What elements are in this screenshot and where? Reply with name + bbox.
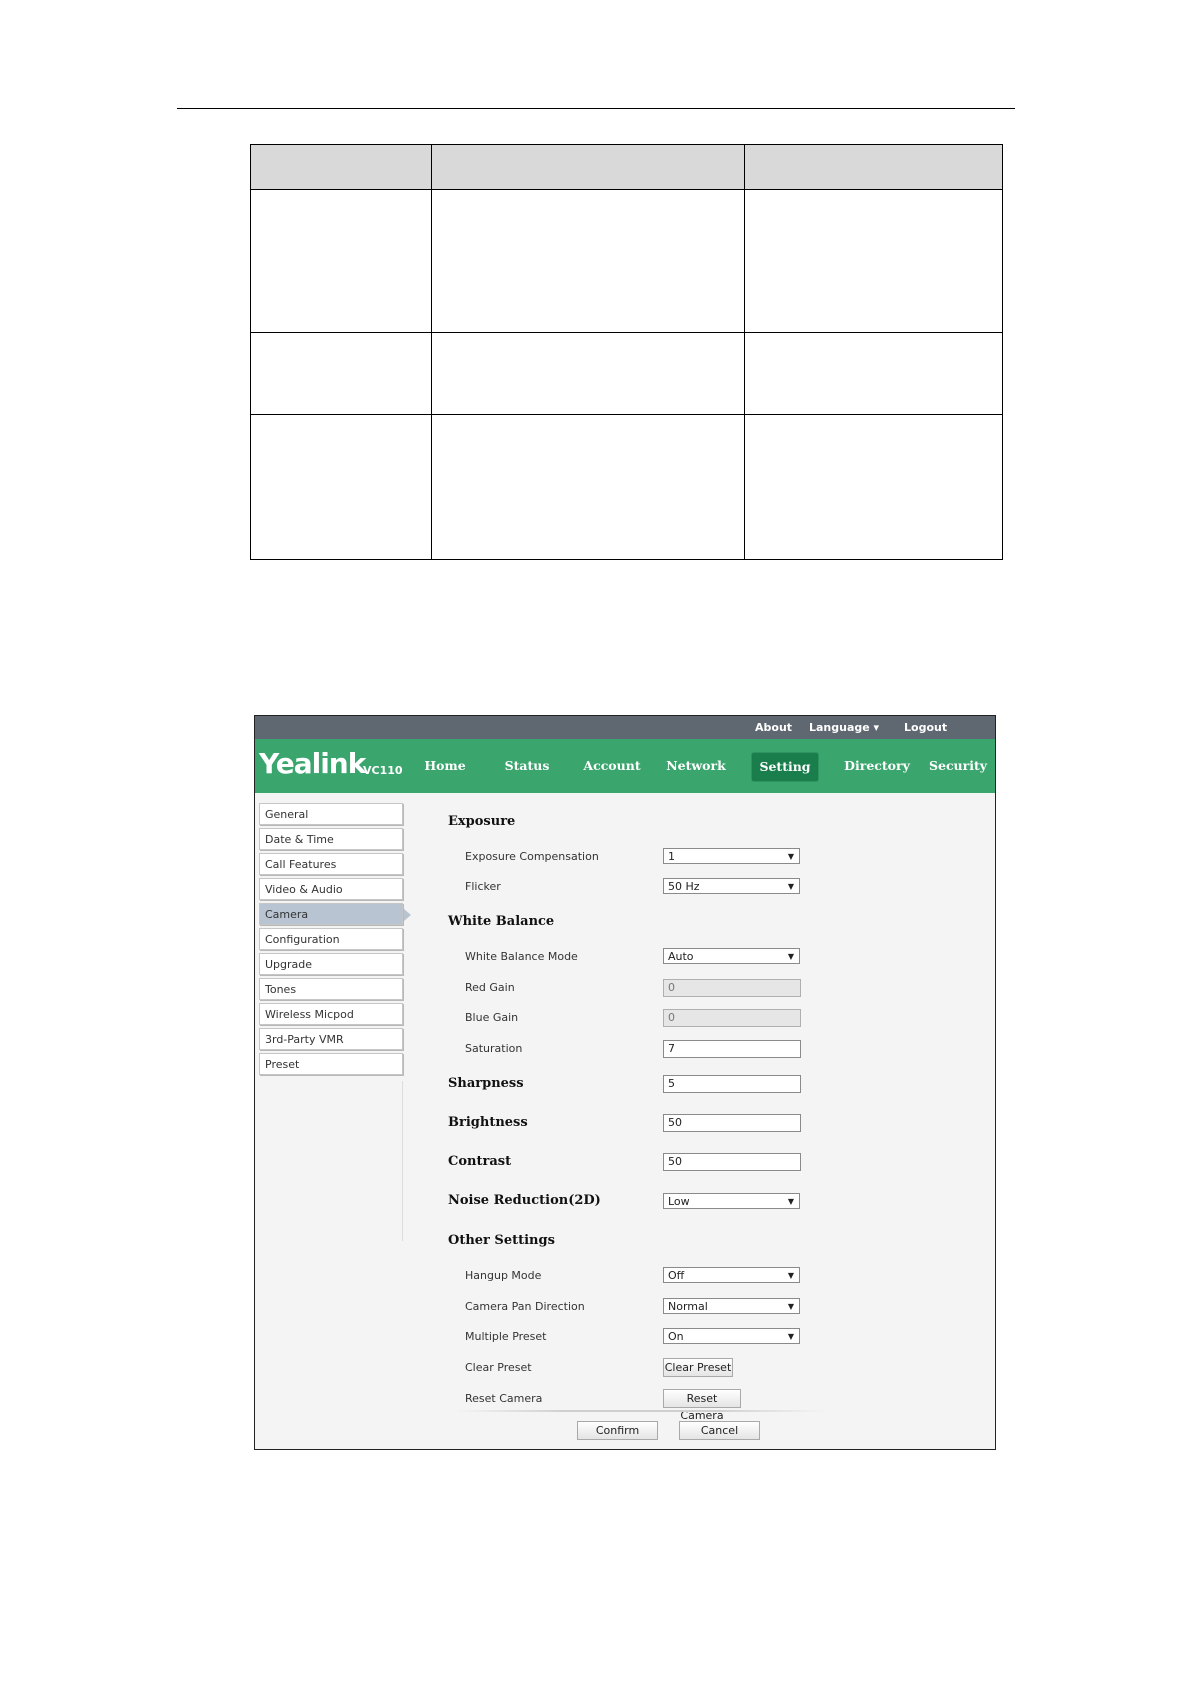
dropdown-arrow-icon: ▼ (787, 852, 794, 861)
brightness-input[interactable]: 50 (663, 1114, 801, 1132)
table-cell (250, 414, 432, 560)
dropdown-arrow-icon: ▼ (787, 1302, 794, 1311)
exposure-heading: Exposure (448, 814, 516, 829)
noise-reduction-value: Low (668, 1195, 690, 1208)
flicker-label: Flicker (465, 880, 501, 893)
multiple-preset-select[interactable]: On ▼ (663, 1328, 800, 1344)
blue-gain-input: 0 (663, 1009, 801, 1027)
hangup-mode-label: Hangup Mode (465, 1269, 542, 1282)
multiple-preset-value: On (668, 1330, 684, 1343)
flicker-value: 50 Hz (668, 880, 700, 893)
nav-directory[interactable]: Directory (839, 752, 915, 780)
table-cell (431, 414, 745, 560)
hangup-mode-value: Off (668, 1269, 685, 1282)
table-cell (250, 189, 432, 333)
clear-preset-label: Clear Preset (465, 1361, 532, 1374)
sidebar-item-camera[interactable]: Camera (259, 903, 411, 925)
table-cell (431, 189, 745, 333)
reset-camera-label: Reset Camera (465, 1392, 543, 1405)
brightness-label: Brightness (448, 1115, 528, 1130)
sidebar-item-3rd-party-vmr[interactable]: 3rd-Party VMR (259, 1028, 403, 1050)
red-gain-input: 0 (663, 979, 801, 997)
table-row (250, 189, 1003, 333)
top-bar: About Language ▾ Logout (255, 716, 995, 739)
table-cell (431, 332, 745, 415)
table-cell (744, 414, 1003, 560)
cancel-button[interactable]: Cancel (679, 1421, 760, 1440)
table-cell (744, 332, 1003, 415)
main-nav: Yealink VC110 Home Status Account Networ… (255, 739, 995, 793)
sidebar-item-general[interactable]: General (259, 803, 403, 825)
dropdown-arrow-icon: ▼ (787, 952, 794, 961)
nav-setting[interactable]: Setting (751, 752, 819, 782)
exposure-compensation-label: Exposure Compensation (465, 850, 599, 863)
parameter-table (250, 144, 1003, 560)
exposure-compensation-value: 1 (668, 850, 675, 863)
nav-status[interactable]: Status (495, 752, 559, 780)
page-header-rule (177, 108, 1015, 109)
camera-settings-screenshot: About Language ▾ Logout Yealink VC110 Ho… (254, 715, 996, 1450)
confirm-button[interactable]: Confirm (577, 1421, 658, 1440)
contrast-input[interactable]: 50 (663, 1153, 801, 1171)
sharpness-input[interactable]: 5 (663, 1075, 801, 1093)
clear-preset-button[interactable]: Clear Preset (663, 1358, 733, 1377)
sidebar-item-tones[interactable]: Tones (259, 978, 403, 1000)
other-settings-heading: Other Settings (448, 1233, 555, 1248)
table-cell (744, 189, 1003, 333)
red-gain-label: Red Gain (465, 981, 515, 994)
dropdown-arrow-icon: ▼ (787, 1271, 794, 1280)
dropdown-arrow-icon: ▼ (787, 882, 794, 891)
dropdown-arrow-icon: ▼ (787, 1332, 794, 1341)
nav-network[interactable]: Network (661, 752, 731, 780)
logout-link[interactable]: Logout (904, 716, 947, 739)
nav-home[interactable]: Home (415, 752, 475, 780)
sidebar-item-preset[interactable]: Preset (259, 1053, 403, 1075)
saturation-input[interactable]: 7 (663, 1040, 801, 1058)
white-balance-mode-value: Auto (668, 950, 694, 963)
language-menu[interactable]: Language ▾ (809, 716, 879, 739)
noise-reduction-select[interactable]: Low ▼ (663, 1193, 800, 1209)
model-label: VC110 (363, 764, 403, 777)
table-row (250, 332, 1003, 415)
yealink-logo: Yealink (259, 747, 366, 780)
sidebar-item-configuration[interactable]: Configuration (259, 928, 403, 950)
contrast-label: Contrast (448, 1154, 512, 1169)
white-balance-mode-label: White Balance Mode (465, 950, 578, 963)
table-row (250, 414, 1003, 560)
sidebar-item-wireless-micpod[interactable]: Wireless Micpod (259, 1003, 403, 1025)
table-header-cell (431, 144, 745, 190)
exposure-compensation-select[interactable]: 1 ▼ (663, 848, 800, 864)
settings-sidebar: General Date & Time Call Features Video … (259, 803, 411, 1078)
sidebar-item-video-audio[interactable]: Video & Audio (259, 878, 403, 900)
camera-pan-direction-label: Camera Pan Direction (465, 1300, 585, 1313)
nav-security[interactable]: Security (925, 752, 991, 780)
noise-reduction-label: Noise Reduction(2D) (448, 1193, 601, 1208)
sidebar-item-call-features[interactable]: Call Features (259, 853, 403, 875)
blue-gain-label: Blue Gain (465, 1011, 519, 1024)
camera-pan-direction-select[interactable]: Normal ▼ (663, 1298, 800, 1314)
sidebar-divider (402, 1081, 403, 1241)
table-cell (250, 332, 432, 415)
sidebar-item-date-time[interactable]: Date & Time (259, 828, 403, 850)
saturation-label: Saturation (465, 1042, 523, 1055)
white-balance-mode-select[interactable]: Auto ▼ (663, 948, 800, 964)
hangup-mode-select[interactable]: Off ▼ (663, 1267, 800, 1283)
table-header-row (250, 144, 1003, 190)
white-balance-heading: White Balance (448, 914, 555, 929)
camera-pan-direction-value: Normal (668, 1300, 708, 1313)
flicker-select[interactable]: 50 Hz ▼ (663, 878, 800, 894)
sidebar-item-upgrade[interactable]: Upgrade (259, 953, 403, 975)
table-header-cell (250, 144, 432, 190)
dropdown-arrow-icon: ▼ (787, 1197, 794, 1206)
about-link[interactable]: About (755, 716, 792, 739)
reset-camera-button[interactable]: Reset Camera (663, 1389, 741, 1422)
sharpness-label: Sharpness (448, 1076, 524, 1091)
table-header-cell (744, 144, 1003, 190)
multiple-preset-label: Multiple Preset (465, 1330, 547, 1343)
footer-divider (455, 1410, 825, 1412)
nav-account[interactable]: Account (577, 752, 647, 780)
